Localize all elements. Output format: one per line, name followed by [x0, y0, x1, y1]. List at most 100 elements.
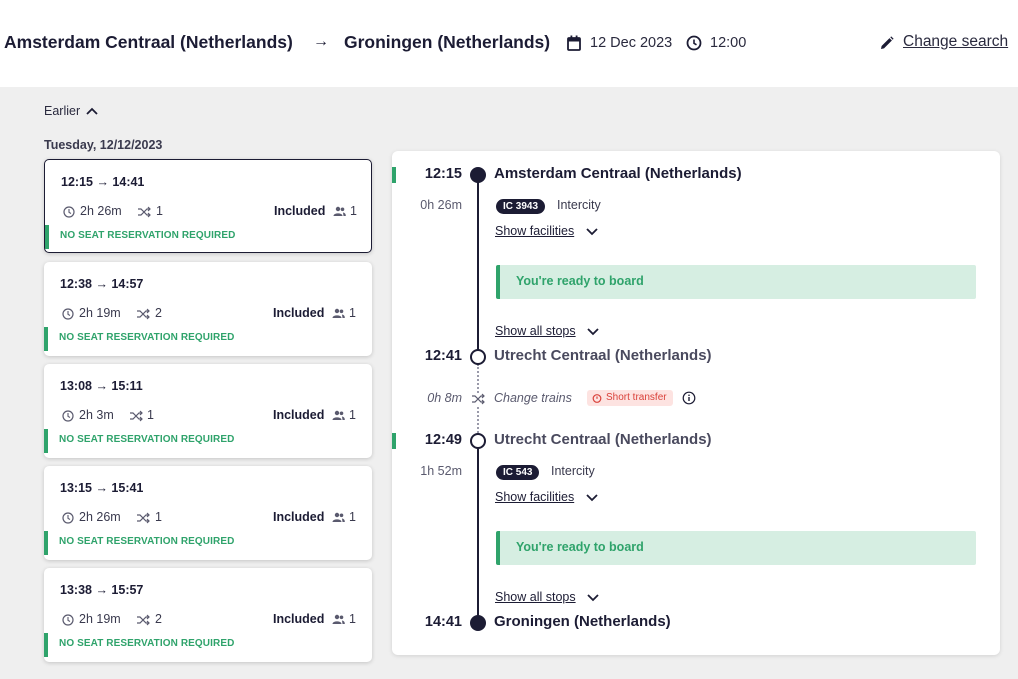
- station-node: [470, 167, 486, 183]
- leg-duration: 1h 52m: [420, 464, 462, 478]
- shuffle-icon: [137, 512, 150, 524]
- chevron-down-icon[interactable]: [587, 328, 599, 336]
- journey-card[interactable]: 13:08 → 15:11 2h 3m 1 Included 1 NO SEAT…: [44, 364, 372, 458]
- seat-reservation-status: NO SEAT RESERVATION REQUIRED: [59, 638, 235, 649]
- pencil-icon[interactable]: [879, 36, 894, 51]
- station-name: Utrecht Centraal (Netherlands): [494, 431, 712, 448]
- people-icon: [332, 512, 345, 522]
- departure-marker: [392, 167, 396, 183]
- ready-to-board-text: You're ready to board: [516, 540, 644, 554]
- seat-reservation-status: NO SEAT RESERVATION REQUIRED: [60, 230, 236, 241]
- seat-reservation-status: NO SEAT RESERVATION REQUIRED: [59, 536, 235, 547]
- chevron-down-icon[interactable]: [586, 228, 598, 236]
- arrow-right-icon: →: [313, 33, 329, 50]
- shuffle-icon: [137, 308, 150, 320]
- status-bar: [44, 429, 48, 453]
- train-number-badge: IC 3943: [496, 199, 546, 214]
- arrival-time: 14:41: [424, 614, 462, 630]
- chevron-up-icon: [86, 107, 98, 115]
- transfer-duration: 0h 8m: [427, 391, 462, 405]
- departure-time: 12:49: [424, 432, 462, 448]
- journey-duration: 2h 26m: [79, 510, 121, 524]
- timer-icon: [592, 394, 602, 403]
- journey-changes: 2: [155, 612, 162, 626]
- station-node: [470, 433, 486, 449]
- station-name: Amsterdam Centraal (Netherlands): [494, 165, 742, 182]
- journey-card[interactable]: 12:38 → 14:57 2h 19m 2 Included 1 NO SEA…: [44, 262, 372, 356]
- journey-duration: 2h 3m: [79, 408, 114, 422]
- included-label: Included: [273, 510, 325, 524]
- train-number-badge: IC 543: [496, 465, 540, 480]
- earlier-label: Earlier: [44, 104, 81, 118]
- station-node: [470, 615, 486, 631]
- journey-times: 13:15 → 15:41: [60, 481, 144, 495]
- chevron-down-icon[interactable]: [587, 594, 599, 602]
- journey-changes: 1: [155, 510, 162, 524]
- ready-to-board-banner: You're ready to board: [496, 531, 976, 565]
- journey-changes: 1: [147, 408, 154, 422]
- journey-changes: 1: [156, 204, 163, 218]
- journey-duration: 2h 19m: [79, 612, 121, 626]
- passenger-count: 1: [349, 612, 356, 626]
- journey-detail-panel: 12:15 Amsterdam Centraal (Netherlands) 0…: [392, 151, 1000, 655]
- journey-card[interactable]: 13:38 → 15:57 2h 19m 2 Included 1 NO SEA…: [44, 568, 372, 662]
- people-icon: [332, 308, 345, 318]
- ready-to-board-banner: You're ready to board: [496, 265, 976, 299]
- show-all-stops-link[interactable]: Show all stops: [495, 590, 576, 604]
- included-label: Included: [274, 204, 326, 218]
- change-search-link[interactable]: Change search: [903, 33, 1008, 51]
- station-name: Groningen (Netherlands): [494, 613, 671, 630]
- clock-icon: [62, 410, 74, 422]
- show-facilities-link[interactable]: Show facilities: [495, 224, 574, 238]
- train-type: Intercity: [551, 464, 595, 478]
- clock-icon: [62, 614, 74, 626]
- station-node: [470, 349, 486, 365]
- seat-reservation-status: NO SEAT RESERVATION REQUIRED: [59, 434, 235, 445]
- departure-marker: [392, 433, 396, 449]
- clock-icon: [62, 512, 74, 524]
- station-name: Utrecht Centraal (Netherlands): [494, 347, 712, 364]
- passenger-count: 1: [350, 204, 357, 218]
- short-transfer-text: Short transfer: [606, 392, 667, 403]
- people-icon: [333, 206, 346, 216]
- destination-station: Groningen (Netherlands): [344, 32, 551, 52]
- info-icon[interactable]: [682, 391, 696, 405]
- journey-times: 12:15 → 14:41: [61, 175, 145, 189]
- travel-date: 12 Dec 2023: [590, 35, 673, 51]
- shuffle-icon: [130, 410, 143, 422]
- departure-time: 12:15: [424, 166, 462, 182]
- people-icon: [332, 614, 345, 624]
- show-facilities-link[interactable]: Show facilities: [495, 490, 574, 504]
- search-summary-header: Amsterdam Centraal (Netherlands) → Groni…: [0, 0, 1018, 87]
- status-bar: [45, 225, 49, 249]
- short-transfer-badge: Short transfer: [587, 390, 673, 406]
- clock-icon: [62, 308, 74, 320]
- origin-station: Amsterdam Centraal (Netherlands): [4, 32, 293, 52]
- earlier-button[interactable]: Earlier: [44, 104, 98, 118]
- passenger-count: 1: [349, 510, 356, 524]
- travel-time: 12:00: [710, 35, 747, 51]
- people-icon: [332, 410, 345, 420]
- show-all-stops-link[interactable]: Show all stops: [495, 324, 576, 338]
- journey-times: 13:08 → 15:11: [60, 379, 143, 393]
- status-bar: [44, 531, 48, 555]
- journey-card[interactable]: 12:15 → 14:41 2h 26m 1 Included 1 NO SEA…: [44, 159, 372, 253]
- shuffle-icon: [137, 614, 150, 626]
- timeline-line: [477, 175, 479, 356]
- clock-icon: [63, 206, 75, 218]
- train-type: Intercity: [557, 198, 601, 212]
- seat-reservation-status: NO SEAT RESERVATION REQUIRED: [59, 332, 235, 343]
- included-label: Included: [273, 408, 325, 422]
- day-heading: Tuesday, 12/12/2023: [44, 138, 163, 152]
- timeline-line: [477, 448, 479, 622]
- change-trains-text: Change trains: [494, 391, 572, 405]
- arrival-time: 12:41: [424, 348, 462, 364]
- passenger-count: 1: [349, 408, 356, 422]
- status-bar: [44, 633, 48, 657]
- journey-card[interactable]: 13:15 → 15:41 2h 26m 1 Included 1 NO SEA…: [44, 466, 372, 560]
- shuffle-icon: [138, 206, 151, 218]
- chevron-down-icon[interactable]: [586, 494, 598, 502]
- included-label: Included: [273, 612, 325, 626]
- leg-duration: 0h 26m: [420, 198, 462, 212]
- status-bar: [44, 327, 48, 351]
